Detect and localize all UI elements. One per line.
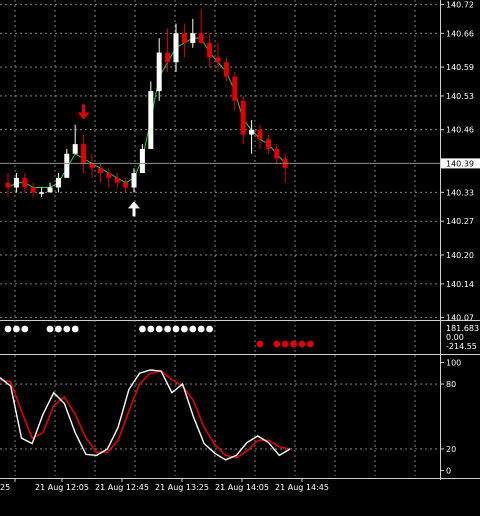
white-signal-dot [139, 325, 146, 333]
bull-candle [156, 52, 162, 92]
sell-arrow-icon [77, 104, 90, 120]
time-axis-label: 21 Aug 13:25 [155, 483, 209, 492]
white-signal-dot [4, 325, 12, 333]
white-signal-dot [155, 325, 163, 333]
white-signal-dot [172, 325, 180, 333]
white-signal-dot [21, 325, 29, 333]
bear-candle [240, 100, 246, 135]
indicator-axis-label: 0.00 [446, 333, 464, 342]
bear-candle [5, 182, 11, 188]
bear-candle [181, 33, 187, 43]
time-axis-label: 21 Aug 12:05 [35, 483, 89, 492]
price-axis-label: 140.33 [446, 188, 474, 197]
current-price-label: 140.39 [446, 159, 474, 168]
white-signal-dot [63, 325, 71, 333]
bear-candle [223, 62, 229, 77]
price-axis-label: 140.20 [446, 251, 474, 260]
bull-candle [131, 173, 137, 188]
red-signal-dot [298, 340, 306, 348]
white-signal-dot [197, 325, 205, 333]
white-signal-dot [206, 325, 214, 333]
red-signal-dot [281, 340, 289, 348]
stochastic-axis-label: 20 [446, 445, 456, 454]
price-axis-label: 140.72 [446, 0, 474, 9]
bull-candle [190, 33, 196, 43]
price-axis-label: 140.14 [446, 280, 474, 289]
stochastic-axis-label: 0 [446, 467, 451, 476]
bull-candle [64, 153, 70, 178]
stochastic-axis-label: 80 [446, 380, 456, 389]
bear-candle [265, 139, 271, 149]
bear-candle [81, 144, 87, 164]
chart-canvas: 140.72 140.66 140.59 140.53 140.46 140.39 140.… [0, 0, 480, 492]
white-signal-dot [13, 325, 20, 333]
bear-candle [22, 177, 28, 188]
time-axis-label: 25 [0, 483, 10, 492]
bull-candle [55, 177, 61, 188]
price-axis-label: 140.53 [446, 92, 474, 101]
bear-candle [30, 187, 36, 193]
time-axis-label: 21 Aug 14:05 [215, 483, 269, 492]
bull-candle [148, 91, 154, 149]
price-axis-label: 140.46 [446, 126, 474, 135]
white-signal-dot [147, 325, 155, 333]
white-signal-dot [164, 325, 172, 333]
white-signal-dot [46, 325, 54, 333]
bear-candle [207, 42, 213, 58]
bear-candle [106, 173, 112, 178]
bull-candle [39, 192, 45, 194]
bull-candle [72, 144, 78, 154]
price-axis-label: 140.07 [446, 314, 474, 323]
bull-candle [173, 33, 179, 63]
time-axis-label: 21 Aug 12:45 [95, 483, 149, 492]
red-signal-dot [307, 340, 314, 348]
red-signal-dot [273, 340, 281, 348]
bear-candle [165, 52, 171, 63]
bear-candle [123, 182, 129, 188]
bear-candle [215, 57, 221, 63]
bear-candle [232, 76, 238, 101]
white-signal-dot [71, 325, 79, 333]
time-axis-label: 21 Aug 14:45 [275, 483, 329, 492]
price-axis-label: 140.66 [446, 29, 474, 38]
bear-candle [274, 148, 280, 159]
stochastic-main-line [0, 369, 291, 461]
stochastic-axis-label: 100 [446, 358, 461, 367]
price-axis-label: 140.59 [446, 63, 474, 72]
bull-candle [139, 148, 145, 174]
bear-candle [89, 163, 95, 169]
red-signal-dot [256, 340, 264, 348]
price-chart[interactable]: 140.72 140.66 140.59 140.53 140.46 140.39 140.… [0, 0, 480, 512]
bear-candle [97, 168, 103, 174]
price-axis-label: 140.27 [446, 217, 474, 226]
bull-candle [249, 129, 255, 135]
red-signal-dot [290, 340, 297, 348]
bear-candle [114, 177, 120, 183]
bull-candle [47, 187, 53, 193]
indicator-axis-label: 181.683 [446, 324, 479, 333]
bear-candle [257, 129, 263, 140]
buy-arrow-icon [128, 201, 140, 217]
white-signal-dot [181, 325, 188, 333]
white-signal-dot [55, 325, 62, 333]
indicator-axis-label: -214.55 [446, 342, 477, 351]
bull-candle [13, 177, 19, 188]
white-signal-dot [189, 325, 197, 333]
bear-candle [198, 33, 204, 43]
